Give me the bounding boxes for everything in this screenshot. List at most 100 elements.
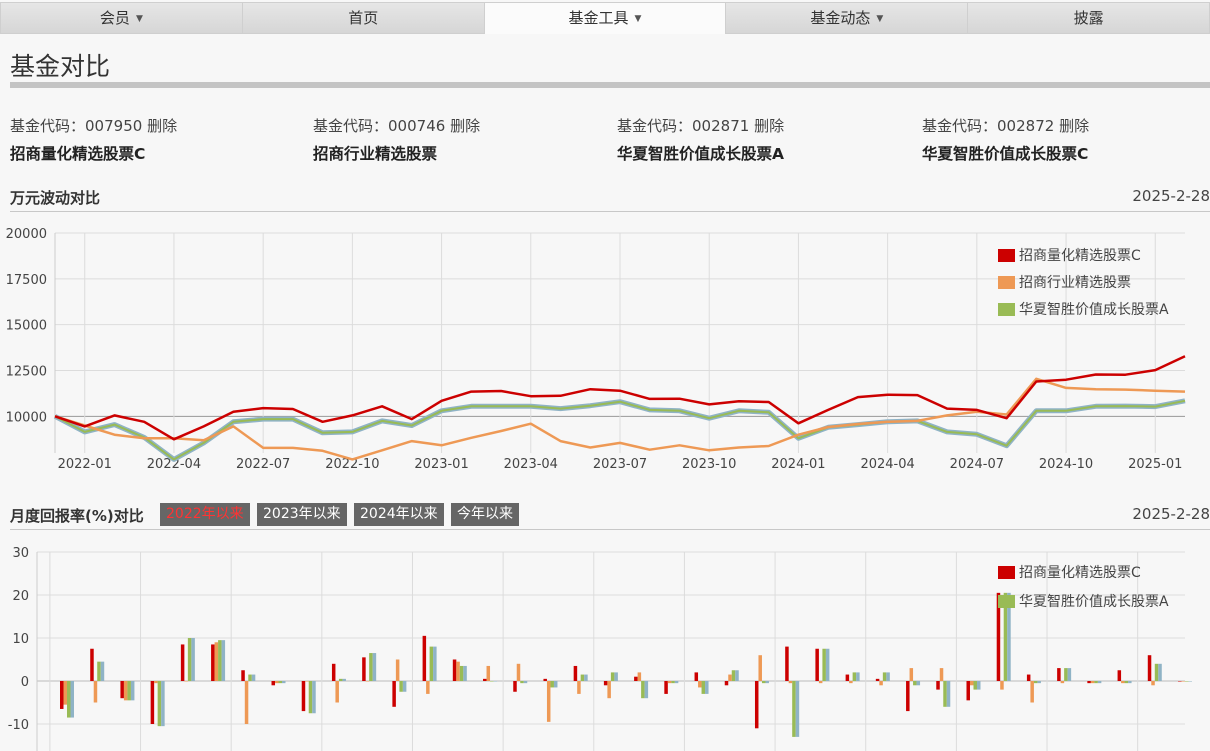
bar [214, 642, 219, 681]
section-divider [10, 211, 1210, 212]
bar [724, 681, 729, 686]
bar [1188, 681, 1192, 682]
bar [399, 681, 403, 692]
nav-tab-2[interactable]: 基金工具 ▼ [483, 2, 726, 34]
bar [641, 681, 645, 699]
bar [221, 640, 226, 681]
bar [1067, 668, 1072, 681]
y-tick-label: -10 [8, 718, 29, 733]
bar [63, 681, 67, 705]
nav-tab-0[interactable]: 会员 ▼ [0, 2, 242, 34]
section-date-nav: 2025-2-28 [1132, 187, 1210, 205]
bar [278, 681, 283, 684]
bar [1090, 681, 1095, 684]
bar [644, 681, 649, 699]
section-date-monthly: 2025-2-28 [1132, 505, 1210, 523]
bar [97, 661, 101, 681]
x-tick-label: 2024-04 [860, 457, 914, 472]
bar [913, 681, 917, 686]
bar [308, 681, 313, 714]
bar [275, 681, 279, 684]
fund-code: 002872 [997, 117, 1055, 135]
bar [916, 681, 921, 686]
bar [426, 681, 430, 694]
bar [241, 670, 245, 681]
fund-card: 基金代码：007950 删除 招商量化精选股票C [10, 117, 300, 163]
range-button[interactable]: 2024年以来 [354, 503, 444, 526]
bar [392, 681, 396, 707]
delete-fund-link[interactable]: 删除 [1059, 117, 1089, 135]
bar [70, 681, 74, 718]
fund-code-line: 基金代码：002871 删除 [617, 117, 907, 135]
bar [946, 681, 951, 707]
nav-tab-label: 首页 [348, 9, 379, 27]
legend-swatch [998, 566, 1015, 579]
bar [120, 681, 124, 699]
nav-tab-1[interactable]: 首页 [241, 2, 484, 34]
bar [728, 674, 732, 681]
bar [248, 674, 252, 681]
x-tick-label: 2023-10 [682, 457, 736, 472]
fund-code: 002871 [692, 117, 750, 135]
nav-tab-label: 会员 [99, 9, 130, 27]
bar [694, 672, 699, 681]
bar [362, 657, 366, 681]
bar [577, 681, 581, 694]
bar [584, 674, 588, 681]
delete-fund-link[interactable]: 删除 [147, 117, 177, 135]
bar [1117, 670, 1122, 681]
fund-code: 000746 [388, 117, 446, 135]
bar [127, 681, 131, 701]
bar [342, 678, 346, 681]
bar [1151, 681, 1155, 686]
bar [943, 681, 947, 707]
y-tick-label: 0 [21, 675, 29, 690]
bar [402, 681, 407, 692]
range-button[interactable]: 2023年以来 [257, 503, 347, 526]
bar [459, 665, 464, 681]
bar [976, 681, 981, 690]
bar [765, 681, 769, 684]
nav-tab-3[interactable]: 基金动态 ▼ [725, 2, 968, 34]
bar [513, 681, 517, 692]
delete-fund-link[interactable]: 删除 [754, 117, 784, 135]
bar [191, 638, 195, 681]
bar [154, 681, 158, 684]
bar [825, 648, 830, 681]
bar [93, 681, 98, 703]
fund-name: 招商行业精选股票 [313, 145, 438, 163]
bar [553, 681, 558, 688]
bar [305, 681, 309, 682]
fund-card: 基金代码：002872 删除 华夏智胜价值成长股票C [922, 117, 1210, 163]
bar [882, 672, 887, 681]
nav-line-chart: 20000175001500012500100002022-01 2022-04 2… [6, 227, 1186, 472]
bar [244, 681, 249, 724]
bar [1181, 681, 1185, 682]
bar [1178, 681, 1182, 682]
bar [852, 672, 857, 681]
bar [187, 638, 192, 681]
range-button[interactable]: 2022年以来 [160, 503, 250, 526]
nav-tab-4[interactable]: 披露 [967, 2, 1210, 34]
bar [452, 659, 457, 681]
legend-swatch [998, 303, 1015, 316]
bar [610, 672, 615, 681]
bar [301, 681, 306, 712]
bar [218, 640, 222, 681]
bar [705, 681, 709, 694]
delete-fund-link[interactable]: 删除 [450, 117, 480, 135]
legend-label: 招商量化精选股票C [1019, 248, 1141, 264]
bar [1097, 681, 1102, 684]
chevron-down-icon: ▼ [876, 14, 884, 24]
x-tick-label: 2023-04 [504, 457, 558, 472]
bar [1033, 681, 1038, 684]
bar [1121, 681, 1125, 684]
bar [607, 681, 611, 699]
bar [312, 681, 316, 714]
fund-code-line: 基金代码：007950 删除 [10, 117, 300, 135]
bar [580, 674, 585, 681]
y-tick-label: 10000 [6, 410, 47, 425]
bar [1064, 668, 1068, 681]
range-button[interactable]: 今年以来 [451, 503, 519, 526]
bar [637, 672, 642, 681]
